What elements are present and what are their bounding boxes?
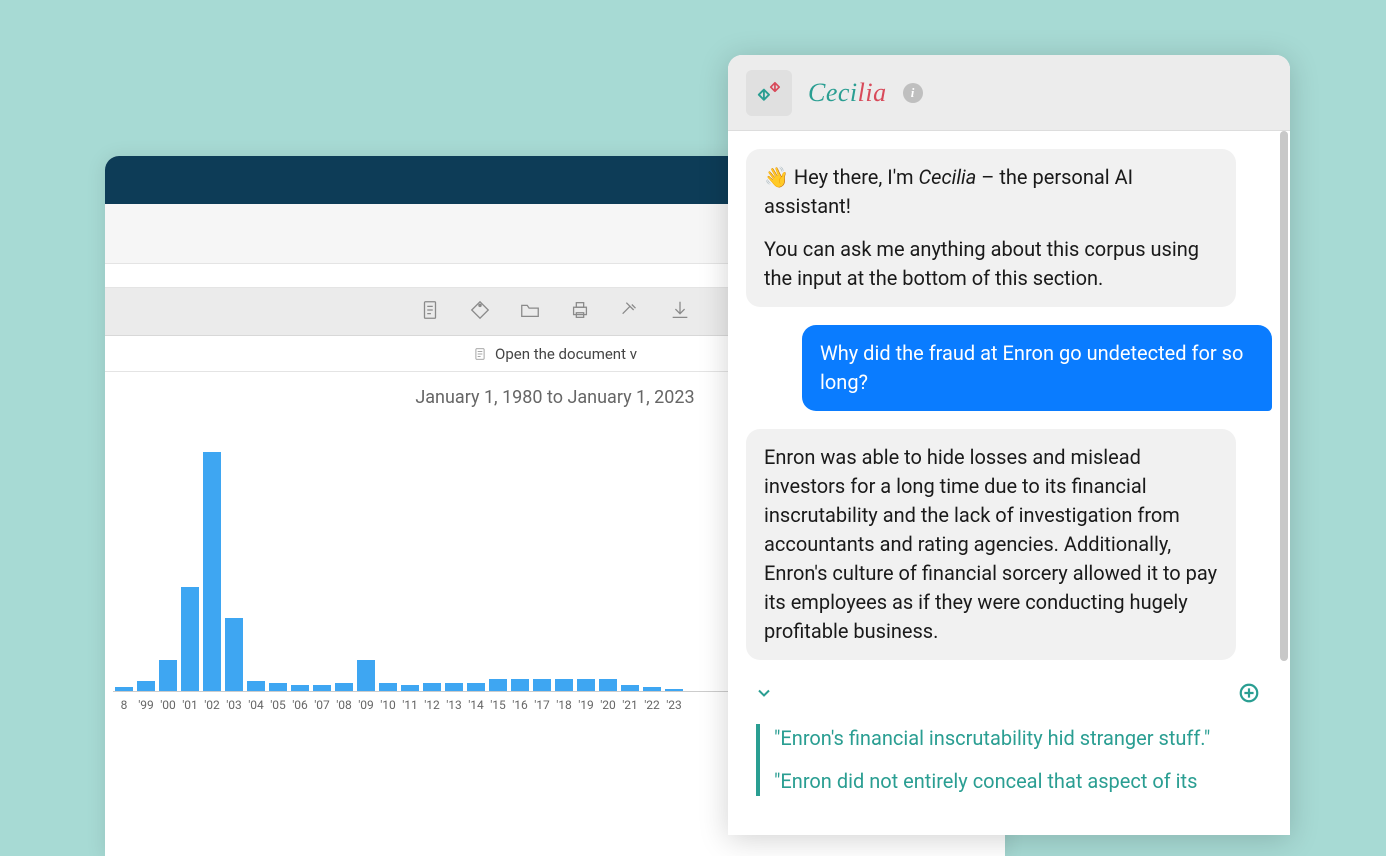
chat-body: 👋 Hey there, I'm Cecilia – the personal … [728, 131, 1290, 835]
chat-panel: Cecilia i 👋 Hey there, I'm Cecilia – the… [728, 55, 1290, 835]
gavel-icon[interactable] [619, 299, 641, 325]
chart-bar [533, 679, 551, 691]
chart-bar [225, 618, 243, 691]
chart-bar [423, 683, 441, 691]
chart-tick-label: '02 [203, 698, 221, 712]
tag-icon[interactable] [469, 299, 491, 325]
chart-tick-label: '20 [599, 698, 617, 712]
add-icon[interactable] [1238, 682, 1260, 708]
chart-tick-label: '10 [379, 698, 397, 712]
chart-tick-label: '17 [533, 698, 551, 712]
chart-bar [181, 587, 199, 691]
chart-tick-label: '99 [137, 698, 155, 712]
chat-header: Cecilia i [728, 55, 1290, 131]
chart-tick-label: '12 [423, 698, 441, 712]
chart-tick-label: '14 [467, 698, 485, 712]
chart-bar [643, 687, 661, 691]
intro-name: Cecilia [919, 165, 977, 189]
chart-bar [291, 685, 309, 691]
chart-tick-label: '03 [225, 698, 243, 712]
ai-intro-message: 👋 Hey there, I'm Cecilia – the personal … [746, 149, 1236, 307]
document-icon [473, 347, 487, 361]
chart-bar [511, 679, 529, 691]
chart-bar [137, 681, 155, 691]
chart-tick-label: '15 [489, 698, 507, 712]
chart-tick-label: '07 [313, 698, 331, 712]
chart-bar [313, 685, 331, 691]
chat-title: Cecilia [808, 78, 887, 108]
chart-bar [159, 660, 177, 691]
info-icon[interactable]: i [903, 83, 923, 103]
chart-bar [269, 683, 287, 691]
chart-tick-label: '23 [665, 698, 683, 712]
chart-bar [335, 683, 353, 691]
chart-bar [203, 452, 221, 691]
chart-tick-label: '13 [445, 698, 463, 712]
chart-tick-label: '08 [335, 698, 353, 712]
folder-icon[interactable] [519, 299, 541, 325]
chart-tick-label: '04 [247, 698, 265, 712]
chart-tick-label: '09 [357, 698, 375, 712]
clipboard-icon[interactable] [419, 299, 441, 325]
chart-bar [467, 683, 485, 691]
chart-bar [555, 679, 573, 691]
chart-bar [115, 687, 133, 691]
ai-answer-message: Enron was able to hide losses and mislea… [746, 429, 1236, 660]
download-icon[interactable] [669, 299, 691, 325]
ai-answer-text: Enron was able to hide losses and mislea… [764, 445, 1217, 643]
expand-icon[interactable] [754, 683, 774, 707]
chart-tick-label: '11 [401, 698, 419, 712]
chart-bar [357, 660, 375, 691]
intro-prefix: 👋 Hey there, I'm [764, 165, 919, 189]
chart-tick-label: '22 [643, 698, 661, 712]
chart-tick-label: '21 [621, 698, 639, 712]
chart-bar [247, 681, 265, 691]
open-document-label: Open the document v [495, 345, 637, 363]
user-message-text: Why did the fraud at Enron go undetected… [820, 341, 1243, 394]
chart-bar [577, 679, 595, 691]
chart-bar [401, 685, 419, 691]
app-logo-icon [746, 70, 792, 116]
citation-2[interactable]: "Enron did not entirely conceal that asp… [774, 767, 1272, 796]
chart-tick-label: '19 [577, 698, 595, 712]
answer-action-row [746, 678, 1272, 718]
chart-bar [621, 685, 639, 691]
chart-tick-label: '18 [555, 698, 573, 712]
user-message: Why did the fraud at Enron go undetected… [802, 325, 1272, 411]
chart-bar [379, 683, 397, 691]
chart-tick-label: '05 [269, 698, 287, 712]
chart-bar [445, 683, 463, 691]
chart-bar [489, 679, 507, 691]
chart-bar [599, 679, 617, 691]
chart-tick-label: '06 [291, 698, 309, 712]
chart-tick-label: '16 [511, 698, 529, 712]
chart-tick-label: 8 [115, 698, 133, 712]
intro-line2: You can ask me anything about this corpu… [764, 235, 1218, 293]
citation-1[interactable]: "Enron's financial inscrutability hid st… [774, 724, 1272, 753]
citation-list: "Enron's financial inscrutability hid st… [756, 724, 1272, 796]
chart-tick-label: '01 [181, 698, 199, 712]
chart-tick-label: '00 [159, 698, 177, 712]
print-icon[interactable] [569, 299, 591, 325]
chart-bar [665, 689, 683, 691]
